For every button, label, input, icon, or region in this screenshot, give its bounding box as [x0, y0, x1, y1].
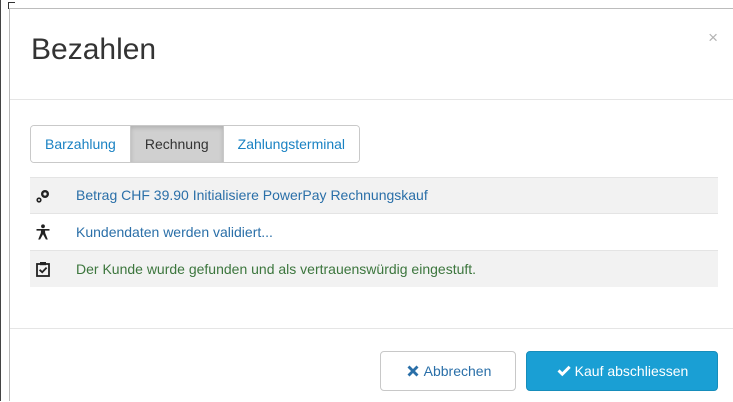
close-x-icon [405, 363, 421, 379]
close-button[interactable]: × [708, 29, 718, 46]
log-row: Der Kunde wurde gefunden und als vertrau… [30, 250, 718, 287]
log-row: Betrag CHF 39.90 Initialisiere PowerPay … [30, 177, 718, 213]
log-text: Betrag CHF 39.90 Initialisiere PowerPay … [76, 187, 428, 203]
tab-zahlungsterminal[interactable]: Zahlungsterminal [222, 126, 360, 162]
cancel-button-label: Abbrechen [423, 363, 492, 379]
cancel-button[interactable]: Abbrechen [380, 351, 516, 391]
payment-modal: Bezahlen × Barzahlung Rechnung Zahlungst… [9, 8, 733, 401]
backdrop-edge [0, 0, 1, 401]
modal-footer: Abbrechen Kauf abschliessen [10, 328, 733, 402]
modal-title: Bezahlen [31, 33, 157, 66]
log-row: Kundendaten werden validiert... [30, 213, 718, 250]
complete-purchase-button[interactable]: Kauf abschliessen [526, 351, 718, 391]
payment-method-tabs: Barzahlung Rechnung Zahlungsterminal [30, 125, 361, 163]
person-icon [34, 223, 52, 241]
modal-header: Bezahlen × [10, 9, 733, 100]
checklist-icon [34, 260, 52, 278]
tab-rechnung[interactable]: Rechnung [129, 126, 223, 162]
log-text: Der Kunde wurde gefunden und als vertrau… [76, 260, 477, 277]
checkmark-icon [556, 363, 572, 379]
complete-purchase-label: Kauf abschliessen [574, 363, 689, 379]
tab-barzahlung[interactable]: Barzahlung [31, 126, 130, 162]
log-text: Kundendaten werden validiert... [76, 223, 273, 240]
payment-log: Betrag CHF 39.90 Initialisiere PowerPay … [30, 177, 718, 287]
cogs-icon [34, 187, 52, 205]
